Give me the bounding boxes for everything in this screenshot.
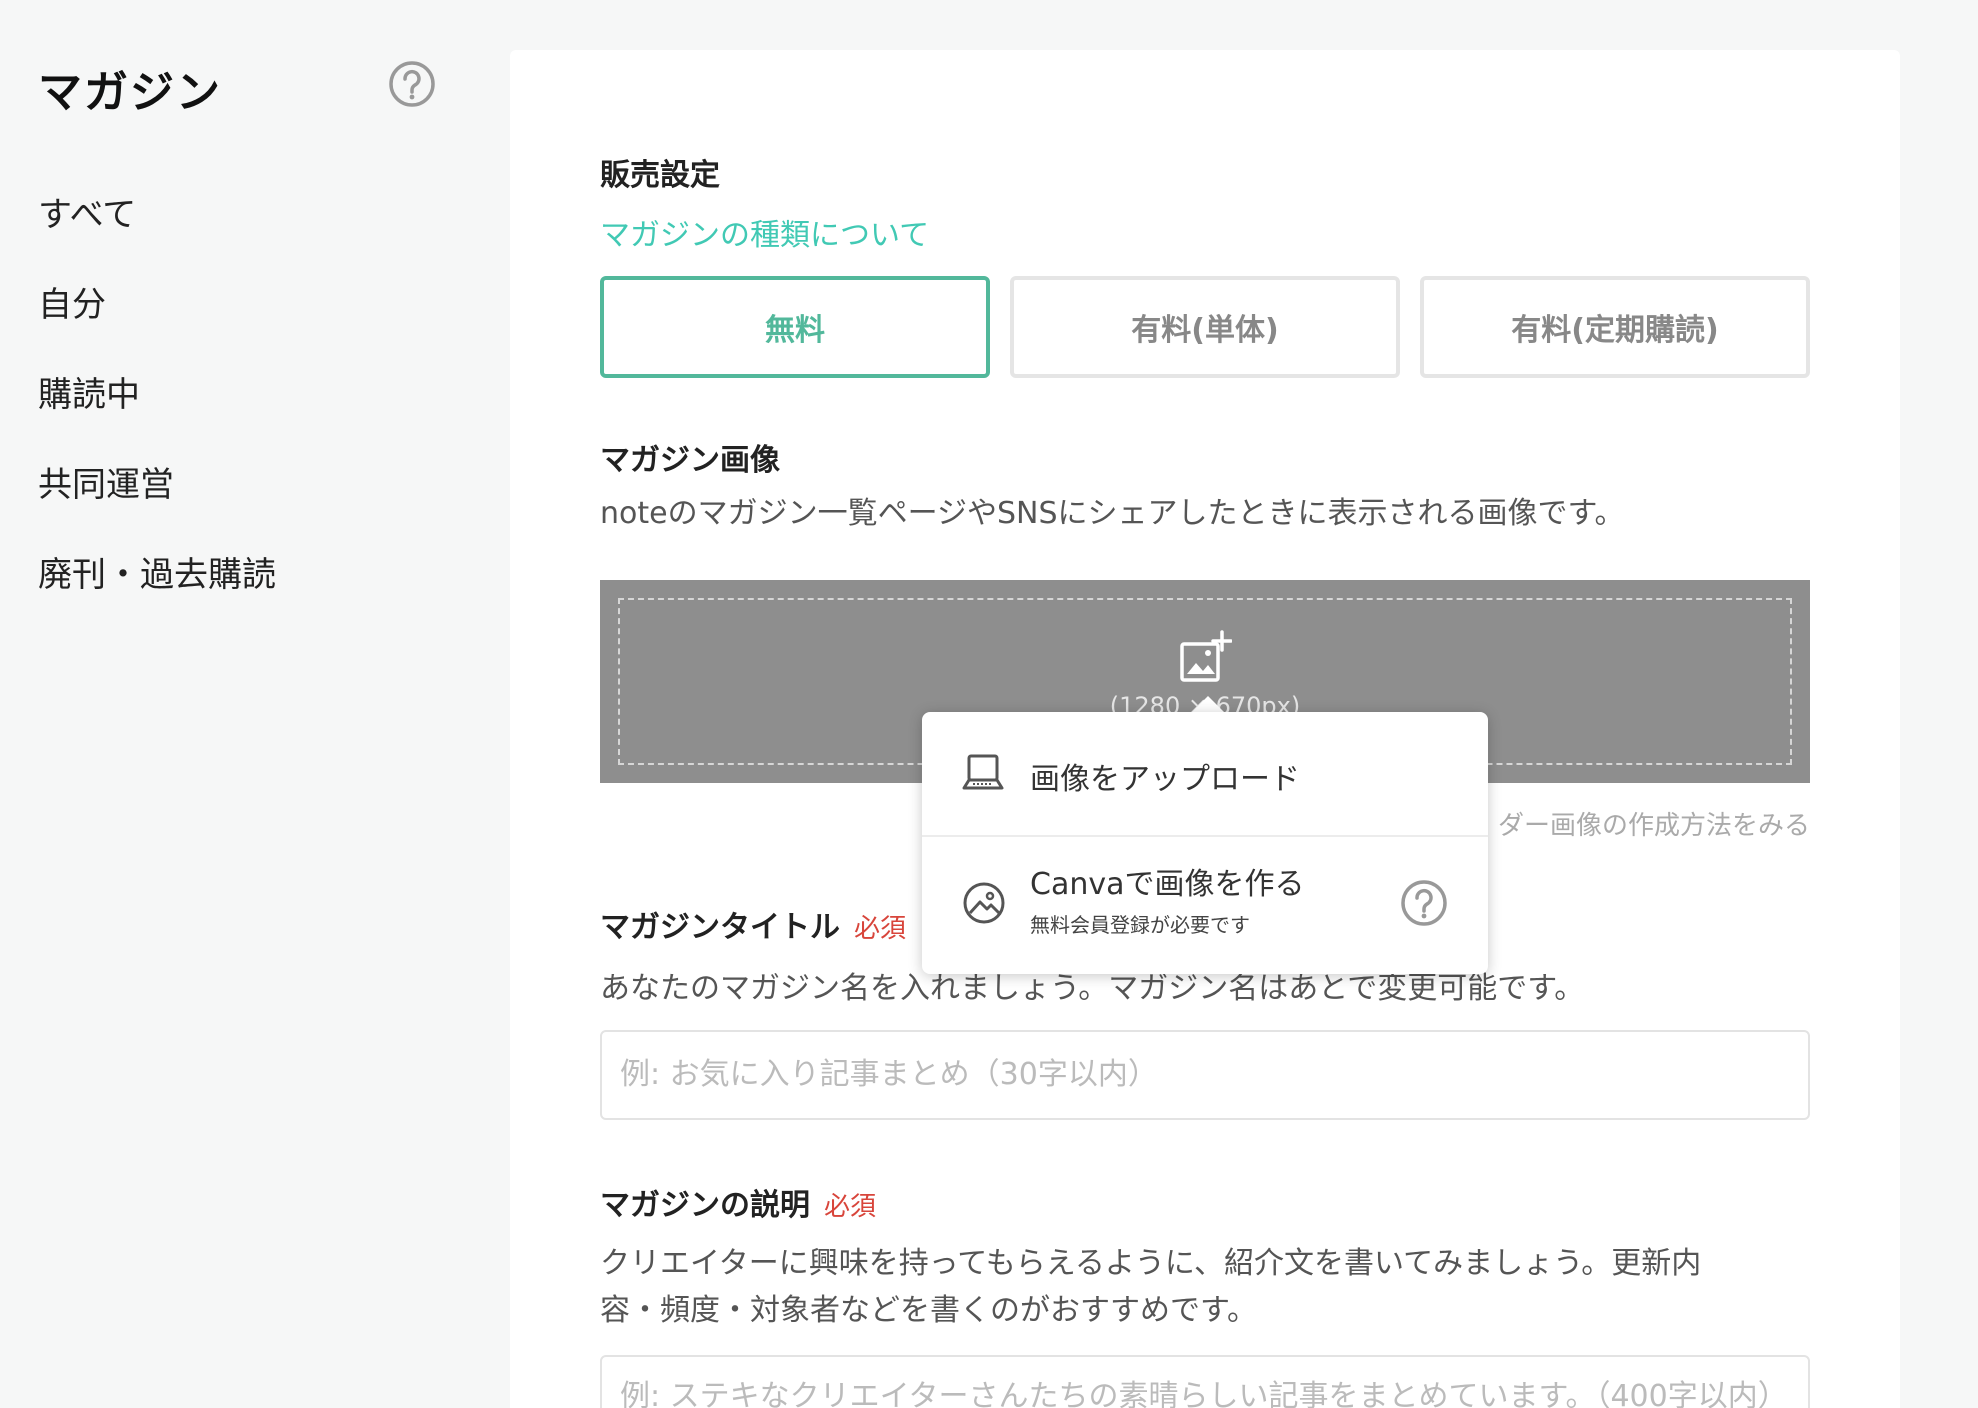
magazine-title-input[interactable]: 例: お気に入り記事まとめ（30字以内） bbox=[600, 1030, 1810, 1120]
magazine-description-textarea[interactable]: 例: ステキなクリエイターさんたちの素晴らしい記事をまとめています。（400字以… bbox=[600, 1355, 1810, 1408]
magazine-description-text: マガジンの説明 bbox=[600, 1188, 810, 1223]
magazine-description-label: マガジンの説明 必須 bbox=[600, 1180, 876, 1224]
add-image-icon bbox=[1178, 630, 1233, 688]
image-source-popover: 画像をアップロード Canvaで画像を作る 無料会員登録が必要です bbox=[922, 712, 1488, 974]
upload-image-label: 画像をアップロード bbox=[1030, 762, 1300, 797]
type-paid-single-button[interactable]: 有料(単体) bbox=[1010, 276, 1400, 378]
required-badge: 必須 bbox=[854, 914, 907, 944]
question-circle-icon[interactable] bbox=[1400, 879, 1448, 931]
sidebar-item-discontinued[interactable]: 廃刊・過去購読 bbox=[38, 550, 276, 640]
required-badge: 必須 bbox=[824, 1192, 877, 1222]
image-circle-icon bbox=[962, 881, 1006, 929]
header-image-howto-link[interactable]: ダー画像の作成方法をみる bbox=[1498, 805, 1810, 842]
laptop-icon bbox=[962, 752, 1004, 798]
upload-image-menu-item[interactable]: 画像をアップロード bbox=[922, 712, 1488, 837]
sidebar-title: マガジン bbox=[38, 67, 222, 118]
canva-subtext: 無料会員登録が必要です bbox=[1030, 913, 1250, 937]
sidebar: マガジン すべて 自分 購読中 共同運営 廃刊・過去購読 bbox=[0, 0, 480, 1408]
magazine-description-help: クリエイターに興味を持ってもらえるように、紹介文を書いてみましょう。更新内容・頻… bbox=[600, 1246, 1702, 1328]
sidebar-nav: すべて 自分 購読中 共同運営 廃刊・過去購読 bbox=[38, 190, 276, 640]
sidebar-item-co-managed[interactable]: 共同運営 bbox=[38, 460, 276, 550]
type-free-button[interactable]: 無料 bbox=[600, 276, 990, 378]
magazine-description-placeholder: 例: ステキなクリエイターさんたちの素晴らしい記事をまとめています。（400字以… bbox=[620, 1379, 1788, 1408]
sales-settings-title: 販売設定 bbox=[600, 158, 720, 193]
sidebar-item-all[interactable]: すべて bbox=[38, 190, 276, 280]
magazine-title-placeholder: 例: お気に入り記事まとめ（30字以内） bbox=[620, 1057, 1158, 1092]
magazine-types-link[interactable]: マガジンの種類について bbox=[600, 210, 929, 254]
question-circle-icon[interactable] bbox=[388, 60, 436, 108]
magazine-image-title: マガジン画像 bbox=[600, 443, 780, 478]
canva-menu-item[interactable]: Canvaで画像を作る 無料会員登録が必要です bbox=[922, 837, 1488, 974]
type-paid-subscription-button[interactable]: 有料(定期購読) bbox=[1420, 276, 1810, 378]
magazine-title-text: マガジンタイトル bbox=[600, 910, 840, 945]
magazine-title-label: マガジンタイトル 必須 bbox=[600, 902, 906, 946]
sidebar-item-subscribed[interactable]: 購読中 bbox=[38, 370, 276, 460]
magazine-image-description: noteのマガジン一覧ページやSNSにシェアしたときに表示される画像です。 bbox=[600, 496, 1625, 531]
canva-label: Canvaで画像を作る bbox=[1030, 867, 1305, 902]
sidebar-item-mine[interactable]: 自分 bbox=[38, 280, 276, 370]
